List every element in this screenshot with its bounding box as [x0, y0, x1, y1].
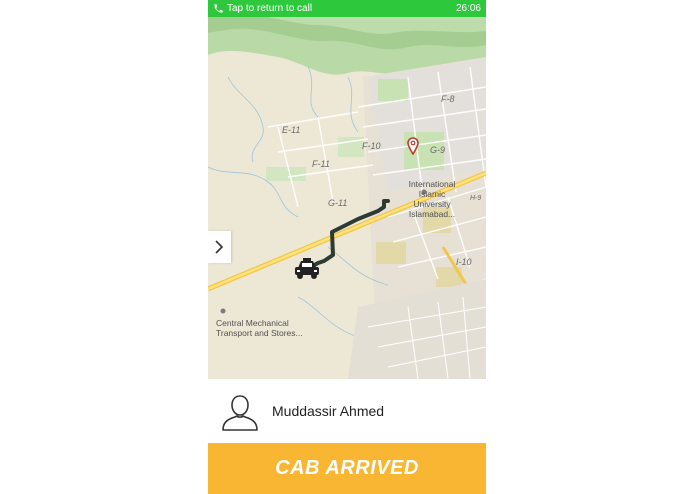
- poi-central-mechanical-transport[interactable]: Central Mechanical Transport and Stores.…: [216, 318, 326, 338]
- driver-name: Muddassir Ahmed: [272, 403, 385, 419]
- driver-card: Muddassir Ahmed: [208, 379, 486, 442]
- destination-pin-icon[interactable]: [407, 137, 419, 155]
- person-outline-icon: [222, 395, 258, 431]
- expand-panel-button[interactable]: [208, 231, 231, 263]
- chevron-right-icon: [215, 240, 224, 254]
- map-label-f10: F-10: [362, 141, 381, 151]
- map-label-f11: F-11: [312, 159, 330, 169]
- call-duration: 26:06: [455, 3, 481, 14]
- return-to-call-bar[interactable]: Tap to return to call 26:06: [208, 0, 486, 17]
- map-label-e11: E-11: [282, 125, 301, 135]
- map-label-f8: F-8: [441, 94, 455, 104]
- poi-international-islamic-university[interactable]: International Islamic University Islamab…: [404, 179, 460, 219]
- app-screen: Tap to return to call 26:06 F-8 E-11 F-1…: [208, 0, 486, 494]
- cab-arrived-button[interactable]: CAB ARRIVED: [208, 443, 486, 494]
- return-to-call-label: Tap to return to call: [227, 3, 313, 14]
- cab-icon[interactable]: [294, 258, 320, 280]
- map-view[interactable]: F-8 E-11 F-10 G-9 F-11 G-11 I-10 H-9 Int…: [208, 17, 486, 379]
- map-label-g11: G-11: [328, 198, 348, 208]
- map-label-g9: G-9: [430, 145, 446, 155]
- map-label-i10: I-10: [456, 257, 472, 267]
- phone-icon: [214, 4, 223, 13]
- map-label-h9: H-9: [470, 195, 482, 202]
